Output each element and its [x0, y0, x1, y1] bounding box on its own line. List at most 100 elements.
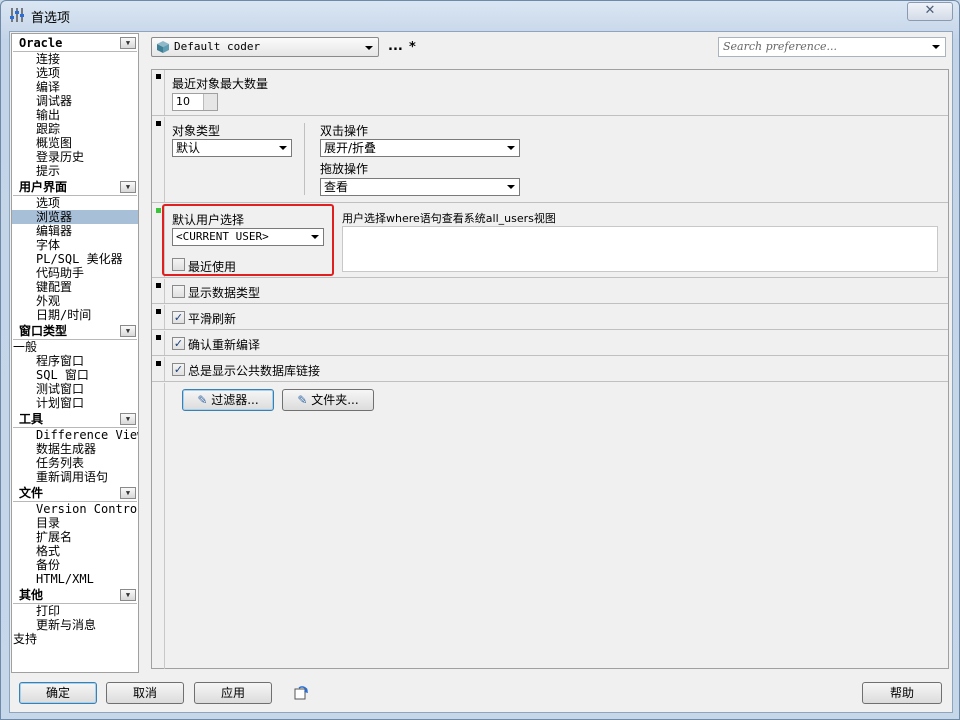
wrench-icon: ✎ [297, 393, 308, 407]
sidebar-item[interactable]: PL/SQL 美化器 [12, 252, 138, 266]
folder-button-label: 文件夹... [311, 393, 359, 407]
more-profiles-button[interactable]: ... [388, 39, 403, 54]
sidebar-item[interactable]: Difference Viewer [12, 428, 138, 442]
spin-up-icon[interactable] [203, 94, 217, 102]
sidebar-item[interactable]: 程序窗口 [12, 354, 138, 368]
profile-name: Default coder [174, 40, 261, 53]
show-datatype-label: 显示数据类型 [188, 286, 261, 300]
drag-combo[interactable]: 查看 [320, 178, 520, 196]
sidebar-section-header[interactable]: 工具 ▼ [13, 412, 137, 428]
search-preference-input[interactable]: Search preference... [718, 37, 946, 57]
collapse-icon[interactable]: ▼ [120, 181, 136, 193]
ok-button[interactable]: 确定 [19, 682, 97, 704]
sidebar-item[interactable]: 格式 [12, 544, 138, 558]
public-dblink-row: ✓ 总是显示公共数据库链接 [152, 357, 948, 382]
dialog-client: Oracle ▼ 连接 选项 编译 调试器 输出 跟踪 概览图 登录历史 提示 用户界面 ▼ 选项 浏览器编… [9, 31, 953, 713]
sidebar-item[interactable]: HTML/XML [12, 572, 138, 586]
sidebar-item[interactable]: 打印 [12, 604, 138, 618]
sidebar-item[interactable]: 支持 [12, 632, 138, 646]
profile-combo[interactable]: Default coder [151, 37, 379, 57]
section-title: 工具 [19, 412, 44, 426]
confirm-recompile-label: 确认重新编译 [188, 338, 261, 352]
search-placeholder: Search preference... [723, 40, 838, 53]
collapse-icon[interactable]: ▼ [120, 37, 136, 49]
confirm-recompile-row: ✓ 确认重新编译 [152, 331, 948, 356]
sidebar-item[interactable]: 浏览器 [12, 210, 138, 224]
sidebar-item[interactable]: 计划窗口 [12, 396, 138, 410]
filter-button-label: 过滤器... [211, 393, 259, 407]
collapse-icon[interactable]: ▼ [120, 487, 136, 499]
sidebar-item[interactable]: 编辑器 [12, 224, 138, 238]
object-type-value: 默认 [176, 141, 201, 155]
recent-max-spinner[interactable]: 10 [172, 93, 218, 111]
sidebar-item[interactable]: 重新调用语句 [12, 470, 138, 484]
sidebar-item[interactable]: 备份 [12, 558, 138, 572]
double-click-combo[interactable]: 展开/折叠 [320, 139, 520, 157]
category-tree: Oracle ▼ 连接 选项 编译 调试器 输出 跟踪 概览图 登录历史 提示 用户界面 ▼ 选项 浏览器编… [11, 33, 139, 673]
public-dblink-checkbox[interactable]: ✓ [172, 363, 185, 376]
sidebar-section-header[interactable]: 其他 ▼ [13, 588, 137, 604]
sidebar-section-header[interactable]: 用户界面 ▼ [13, 180, 137, 196]
recent-use-label: 最近使用 [188, 260, 237, 274]
sidebar-item[interactable]: 更新与消息 [12, 618, 138, 632]
sidebar-item[interactable]: 提示 [12, 164, 138, 178]
sidebar-section-header[interactable]: Oracle ▼ [13, 36, 137, 52]
default-user-value: <CURRENT USER> [176, 230, 269, 243]
sidebar-item[interactable]: 外观 [12, 294, 138, 308]
title-bar: 首选项 ✕ [1, 1, 959, 29]
apply-button[interactable]: 应用 [194, 682, 272, 704]
folder-button[interactable]: ✎ 文件夹... [282, 389, 374, 411]
sidebar-item[interactable]: 调试器 [12, 94, 138, 108]
default-user-combo[interactable]: <CURRENT USER> [172, 228, 324, 246]
spin-down-icon[interactable] [203, 102, 217, 110]
sidebar-item[interactable]: 目录 [12, 516, 138, 530]
sidebar-item[interactable]: 键配置 [12, 280, 138, 294]
sidebar-item[interactable]: 跟踪 [12, 122, 138, 136]
help-button[interactable]: 帮助 [862, 682, 942, 704]
sidebar-item[interactable]: 编译 [12, 80, 138, 94]
sidebar-item[interactable]: 登录历史 [12, 150, 138, 164]
sidebar-section-header[interactable]: 文件 ▼ [13, 486, 137, 502]
sidebar-item[interactable]: 选项 [12, 196, 138, 210]
sidebar-item[interactable]: 代码助手 [12, 266, 138, 280]
sidebar-item[interactable]: Version Control [12, 502, 138, 516]
sidebar-item[interactable]: SQL 窗口 [12, 368, 138, 382]
restore-icon[interactable] [293, 685, 309, 701]
filter-button[interactable]: ✎ 过滤器... [182, 389, 274, 411]
sidebar-item[interactable]: 连接 [12, 52, 138, 66]
close-button[interactable]: ✕ [907, 2, 953, 21]
sidebar-item[interactable]: 任务列表 [12, 456, 138, 470]
chevron-down-icon [279, 146, 287, 150]
smooth-refresh-checkbox[interactable]: ✓ [172, 311, 185, 324]
sidebar-section-header[interactable]: 窗口类型 ▼ [13, 324, 137, 340]
object-type-combo[interactable]: 默认 [172, 139, 292, 157]
sidebar-item[interactable]: 数据生成器 [12, 442, 138, 456]
confirm-recompile-checkbox[interactable]: ✓ [172, 337, 185, 350]
cancel-button[interactable]: 取消 [106, 682, 184, 704]
preferences-window: 首选项 ✕ Oracle ▼ 连接 选项 编译 调试器 输出 跟踪 概览图 登录历史 提示 用户界面 ▼… [0, 0, 960, 720]
sidebar-item[interactable]: 概览图 [12, 136, 138, 150]
sidebar-item[interactable]: 字体 [12, 238, 138, 252]
setting-marker [156, 121, 161, 126]
sidebar-item[interactable]: 选项 [12, 66, 138, 80]
show-datatype-checkbox[interactable] [172, 285, 185, 298]
sidebar-item[interactable]: 扩展名 [12, 530, 138, 544]
recent-use-checkbox[interactable] [172, 258, 185, 271]
setting-marker [156, 361, 161, 366]
sidebar-item[interactable]: 日期/时间 [12, 308, 138, 322]
collapse-icon[interactable]: ▼ [120, 413, 136, 425]
sidebar-item[interactable]: 测试窗口 [12, 382, 138, 396]
setting-marker [156, 335, 161, 340]
collapse-icon[interactable]: ▼ [120, 325, 136, 337]
sidebar-item[interactable]: 一般 [12, 340, 138, 354]
sidebar-item[interactable]: 输出 [12, 108, 138, 122]
object-type-label: 对象类型 [172, 124, 221, 138]
wrench-icon: ✎ [197, 393, 208, 407]
default-user-row: 默认用户选择 <CURRENT USER> 最近使用 用户选择where语句查看… [152, 204, 948, 278]
drag-label: 拖放操作 [320, 162, 369, 176]
default-user-label: 默认用户选择 [172, 213, 245, 227]
window-title: 首选项 [31, 11, 71, 26]
drag-value: 查看 [324, 180, 349, 194]
collapse-icon[interactable]: ▼ [120, 589, 136, 601]
recent-objects-row: 最近对象最大数量 10 [152, 70, 948, 116]
